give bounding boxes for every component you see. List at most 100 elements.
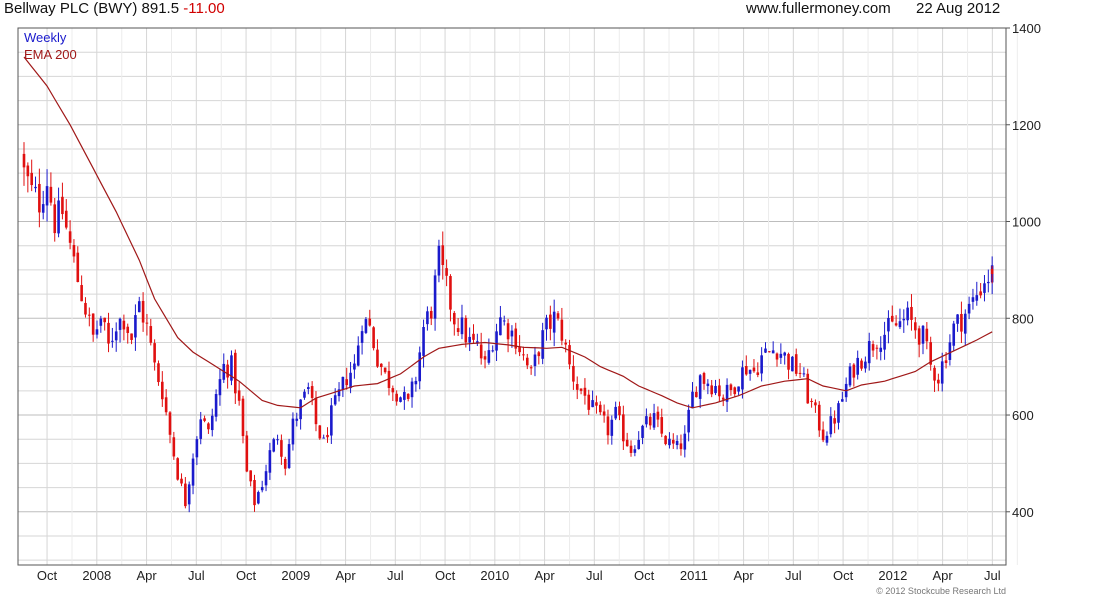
candle-body <box>687 409 690 433</box>
candle-body <box>914 322 917 331</box>
candle-body <box>330 405 333 436</box>
candle-body <box>137 301 141 313</box>
candle-body <box>956 314 959 324</box>
candle-body <box>76 252 80 283</box>
candle-body <box>967 303 971 314</box>
x-tick-label: Oct <box>634 568 655 583</box>
candle-body <box>856 357 859 375</box>
candle-body <box>887 318 890 332</box>
candle-body <box>890 315 894 322</box>
candle-body <box>910 306 913 320</box>
candle-body <box>572 365 575 382</box>
x-tick-label: Jul <box>586 568 603 583</box>
candle-body <box>199 419 203 439</box>
candle-body <box>894 323 898 326</box>
x-axis: Oct 2008 Apr Jul Oct 2009 Apr Jul Oct 2010 Apr Jul O… <box>37 568 1001 583</box>
legend-weekly: Weekly <box>24 30 67 45</box>
candle-body <box>499 317 502 336</box>
candle-body <box>260 487 264 491</box>
candle-body <box>979 291 982 296</box>
candle-body <box>403 391 406 400</box>
x-tick-label: 2009 <box>281 568 310 583</box>
candle-body <box>276 439 279 441</box>
candle-body <box>898 321 902 328</box>
candle-body <box>88 314 91 316</box>
candle-body <box>752 367 756 372</box>
candlestick-chart: 400 600 800 1000 1200 1400 Oct 2008 Apr Jul Oct 20… <box>17 21 1041 596</box>
candle-body <box>583 387 587 396</box>
candle-body <box>95 329 99 335</box>
candle-body <box>356 345 360 366</box>
candle-body <box>537 352 541 357</box>
candle-body <box>399 397 402 402</box>
candle-body <box>257 492 260 504</box>
candle-body <box>114 331 118 341</box>
candle-body <box>825 435 829 443</box>
candle-body <box>80 285 83 302</box>
candle-body <box>241 398 245 437</box>
candle-body <box>602 411 606 416</box>
ema-line <box>23 56 993 409</box>
candle-body <box>157 363 160 383</box>
candle-body <box>464 317 468 343</box>
candle-body <box>764 348 767 353</box>
x-tick-label: Oct <box>833 568 854 583</box>
candle-body <box>303 391 306 398</box>
candle-body <box>679 443 683 450</box>
candle-body <box>68 231 72 243</box>
y-tick-label: 600 <box>1012 408 1034 423</box>
candle-body <box>99 318 103 326</box>
candle-body <box>906 307 909 321</box>
candle-body <box>203 418 206 421</box>
candle-body <box>940 361 944 384</box>
candle-body <box>283 458 287 469</box>
candle-body <box>322 437 325 439</box>
candle-body <box>134 315 137 338</box>
candle-body <box>587 394 591 410</box>
candle-body <box>295 418 299 421</box>
candle-body <box>307 387 310 390</box>
candle-body <box>41 204 45 213</box>
candle-body <box>249 470 252 482</box>
x-tick-label: Apr <box>733 568 754 583</box>
candle-body <box>176 458 179 480</box>
candle-body <box>814 402 817 406</box>
candle-body <box>49 186 53 203</box>
candle-body <box>614 406 617 419</box>
candle-body <box>525 357 529 366</box>
candle-body <box>837 403 840 423</box>
candle-body <box>418 352 422 382</box>
candle-body <box>733 387 737 395</box>
candle-body <box>606 416 610 436</box>
candle-body <box>145 322 149 324</box>
candle-body <box>299 399 302 420</box>
candle-body <box>741 367 744 390</box>
candle-body <box>376 349 379 367</box>
candle-body <box>310 386 314 398</box>
plot-frame <box>17 27 1007 566</box>
candle-body <box>30 172 33 186</box>
candle-body <box>364 319 368 333</box>
candle-body <box>253 480 256 506</box>
candle-body <box>917 328 921 345</box>
candle-body <box>61 196 64 215</box>
candle-body <box>187 484 191 505</box>
candle-body <box>871 344 875 351</box>
candle-body <box>610 419 614 436</box>
candle-body <box>852 364 856 378</box>
candle-body <box>729 384 733 391</box>
candle-body <box>245 435 249 472</box>
candle-body <box>468 336 471 343</box>
candle-body <box>691 391 694 409</box>
candle-body <box>564 342 568 345</box>
candle-body <box>591 400 594 408</box>
candle-body <box>495 331 498 351</box>
candle-body <box>595 402 598 406</box>
y-tick-label: 800 <box>1012 311 1034 326</box>
candle-body <box>483 356 487 360</box>
y-tick-label: 400 <box>1012 505 1034 520</box>
candle-body <box>817 404 821 431</box>
candle-body <box>84 302 87 315</box>
x-tick-label: Apr <box>136 568 157 583</box>
candle-body <box>560 319 564 341</box>
